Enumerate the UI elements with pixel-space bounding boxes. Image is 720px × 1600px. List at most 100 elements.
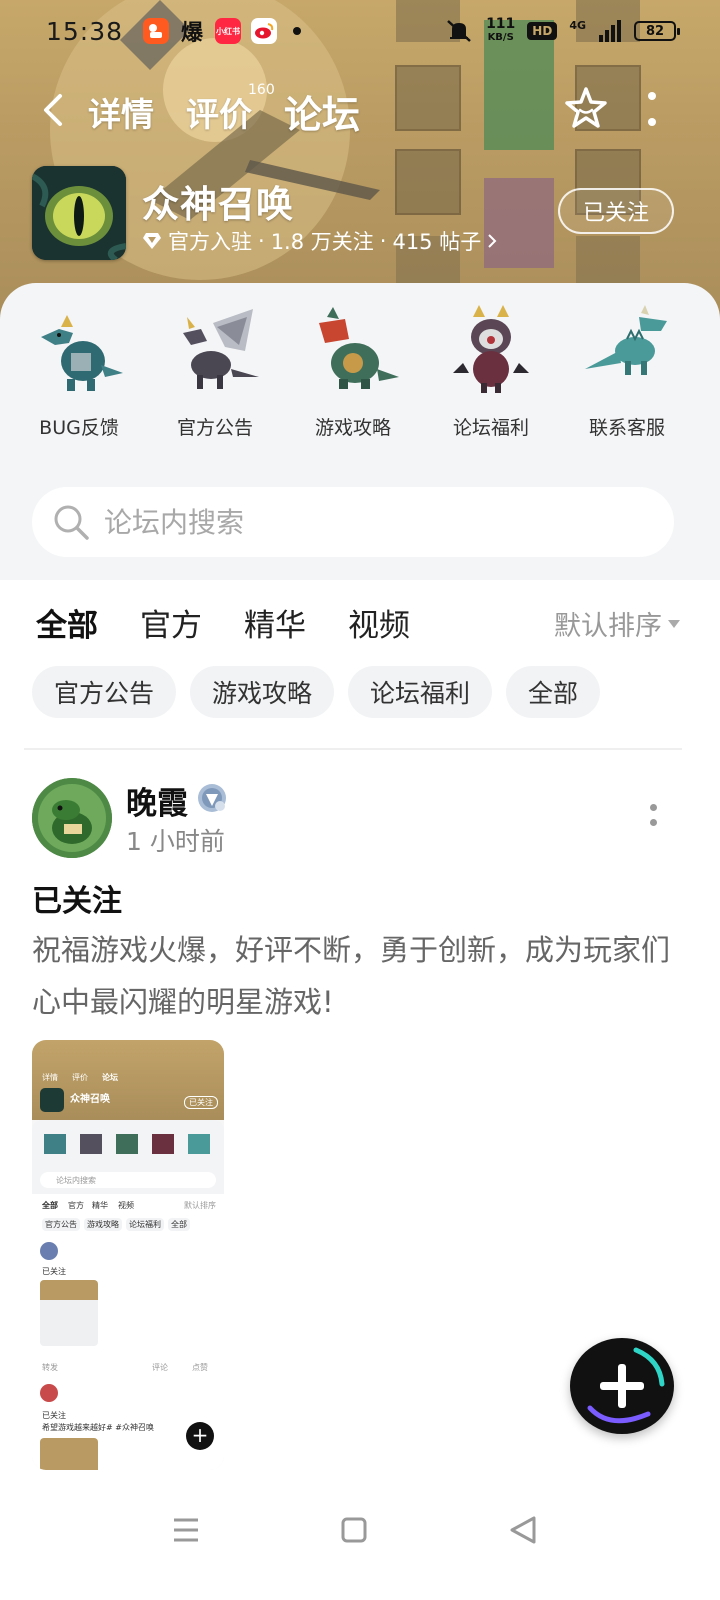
meta-separator: · [379,229,387,253]
menu-icon[interactable] [166,1510,206,1550]
mini-chip: 论坛福利 [126,1218,164,1231]
mini-sheet: 论坛内搜索 全部 官方 精华 视频 默认排序 官方公告 游戏攻略 论坛福利 全部… [32,1120,224,1470]
post-title[interactable]: 已关注 [32,876,122,920]
tab-reviews[interactable]: 评价 [186,88,252,136]
mini-search: 论坛内搜索 [40,1172,216,1188]
review-count-badge: 160 [248,82,275,98]
battery-level: 82 [645,23,665,39]
shortcut-forum-benefits[interactable]: 论坛福利 [426,303,556,440]
hd-badge: HD [527,22,558,40]
filter-tabs: 全部 官方 精华 视频 [36,600,410,655]
mini-chip: 全部 [168,1218,190,1231]
mini-title: 众神召唤 [70,1094,110,1105]
mini-like: 点赞 [192,1363,208,1372]
status-time: 15:38 [46,16,124,46]
mini-comment: 评论 [152,1363,168,1372]
signal-type: 4G [569,18,586,32]
bao-icon: 爆 [181,21,204,46]
mini-post2-body: 希望游戏越来越好# #众神召唤 [42,1423,154,1432]
net-speed: 111 KB/S [486,17,515,44]
top-nav: 详情 评价 160 论坛 [0,78,720,147]
followers-count: 1.8 万关注 [270,230,374,254]
mini-filter: 官方 [68,1201,84,1210]
filter-tab-video[interactable]: 视频 [348,600,410,645]
mini-share: 转发 [42,1363,58,1372]
create-post-fab[interactable] [570,1338,674,1434]
favorite-star-icon[interactable] [564,86,608,130]
post-body[interactable]: 祝福游戏火爆，好评不断，勇于创新，成为玩家们心中最闪耀的明星游戏! [32,924,682,1028]
dragon-winged-icon [183,309,259,389]
mini-tab: 论坛 [102,1073,118,1082]
dragon-red-icon [319,307,399,389]
status-right-icons: 111 KB/S HD 4G 82 [444,17,680,44]
mini-search-text: 论坛内搜索 [56,1176,96,1185]
game-header-banner: 15:38 爆 小红书 111 KB/S HD 4G 82 详情 评价 160 … [0,0,720,330]
chip-all[interactable]: 全部 [506,666,601,718]
shortcut-label: 游戏攻略 [314,417,391,439]
mini-post-title: 已关注 [42,1267,66,1276]
home-icon[interactable] [334,1510,374,1550]
sort-dropdown[interactable]: 默认排序 [554,604,680,643]
tab-details[interactable]: 详情 [88,88,154,136]
sort-label: 默认排序 [554,611,662,642]
post-image[interactable]: 详情 评价 论坛 众神召唤 已关注 论坛内搜索 全部 官方 精华 视频 默认排序… [32,1040,224,1470]
mini-avatar [40,1384,58,1402]
mini-list: 全部 官方 精华 视频 默认排序 官方公告 游戏攻略 论坛福利 全部 已关注 评… [32,1194,224,1470]
mini-sort: 默认排序 [184,1201,216,1210]
shortcut-contact-support[interactable]: 联系客服 [562,303,692,440]
filter-tab-official[interactable]: 官方 [140,600,202,645]
category-chips: 官方公告 游戏攻略 论坛福利 全部 [32,666,601,718]
dragon-dark-icon [453,305,529,393]
shortcut-label: 论坛福利 [452,417,529,439]
avatar[interactable] [32,778,112,858]
net-speed-unit: KB/S [487,32,514,43]
shortcut-official-notice[interactable]: 官方公告 [150,303,280,440]
mini-avatar [40,1242,58,1260]
game-info: 众神召唤 官方入驻 · 1.8 万关注 · 415 帖子 已关注 [32,166,692,262]
mini-tab: 详情 [42,1073,58,1082]
verified-label: 官方入驻 [168,230,252,254]
mini-tab: 评价 [72,1073,88,1082]
back-arrow-icon[interactable] [36,92,72,128]
mini-post2-image [40,1438,98,1470]
posts-count: 415 帖子 [392,230,482,254]
post-more-icon[interactable] [650,804,658,826]
mute-bell-icon [447,20,471,42]
chevron-right-icon [488,234,497,248]
tab-forum[interactable]: 论坛 [279,84,365,147]
forum-search-box[interactable] [32,487,674,557]
more-menu-icon[interactable] [646,92,658,126]
post-author[interactable]: 晚霞 [126,778,188,823]
filter-tab-featured[interactable]: 精华 [244,600,306,645]
follow-button[interactable]: 已关注 [558,188,674,234]
notification-dot-icon [293,27,302,35]
filter-tab-all[interactable]: 全部 [36,600,98,655]
mini-filter: 精华 [92,1201,108,1210]
game-meta[interactable]: 官方入驻 · 1.8 万关注 · 415 帖子 [142,226,497,256]
forum-content: 全部 官方 精华 视频 默认排序 官方公告 游戏攻略 论坛福利 全部 晚霞 1 … [0,580,720,1600]
mini-filter: 全部 [42,1201,58,1210]
shortcut-label: BUG反馈 [39,417,119,439]
mini-chip: 游戏攻略 [84,1218,122,1231]
game-icon [32,166,126,260]
search-input[interactable] [104,505,604,539]
shortcut-bug-feedback[interactable]: BUG反馈 [14,303,144,440]
battery-icon: 82 [634,21,680,41]
diamond-verified-icon [143,233,161,249]
back-icon[interactable] [504,1510,544,1550]
mini-post-image [40,1280,98,1346]
mini-dragons [44,1134,210,1154]
system-nav-bar [0,1480,720,1600]
xiaohongshu-icon: 小红书 [215,18,242,44]
chip-game-guide[interactable]: 游戏攻略 [190,666,335,718]
chip-official-notice[interactable]: 官方公告 [32,666,177,718]
shortcut-label: 官方公告 [176,417,253,439]
status-bar: 15:38 爆 小红书 111 KB/S HD 4G 82 [0,0,720,62]
chip-forum-benefits[interactable]: 论坛福利 [348,666,493,718]
signal-icon [599,20,621,42]
shortcut-game-guide[interactable]: 游戏攻略 [288,303,418,440]
post-time: 1 小时前 [126,827,225,856]
caret-down-icon [668,619,680,628]
dragon-blue-icon [41,315,123,391]
plus-icon [587,1347,665,1424]
